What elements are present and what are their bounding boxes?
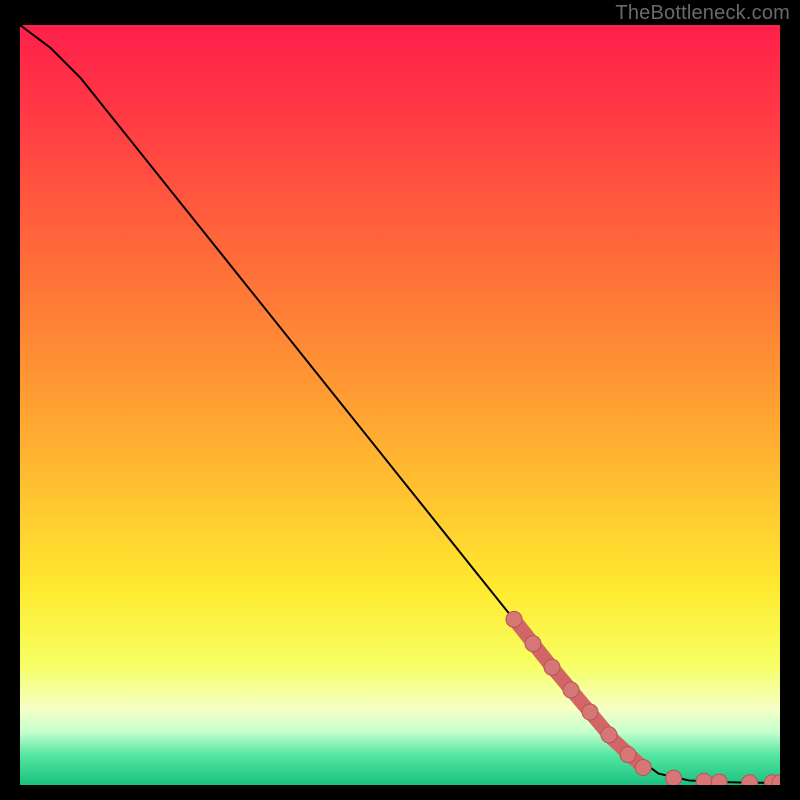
data-point [635,760,651,776]
data-point [506,611,522,627]
data-point [544,659,560,675]
data-point [601,727,617,743]
data-point [525,636,541,652]
chart-plot-area [20,25,780,785]
data-point [563,682,579,698]
data-point [620,747,636,763]
data-point [582,704,598,720]
data-point [711,774,727,785]
data-point [696,773,712,785]
data-point [666,770,682,785]
gradient-background [20,25,780,785]
chart-svg [20,25,780,785]
watermark-text: TheBottleneck.com [615,2,790,25]
